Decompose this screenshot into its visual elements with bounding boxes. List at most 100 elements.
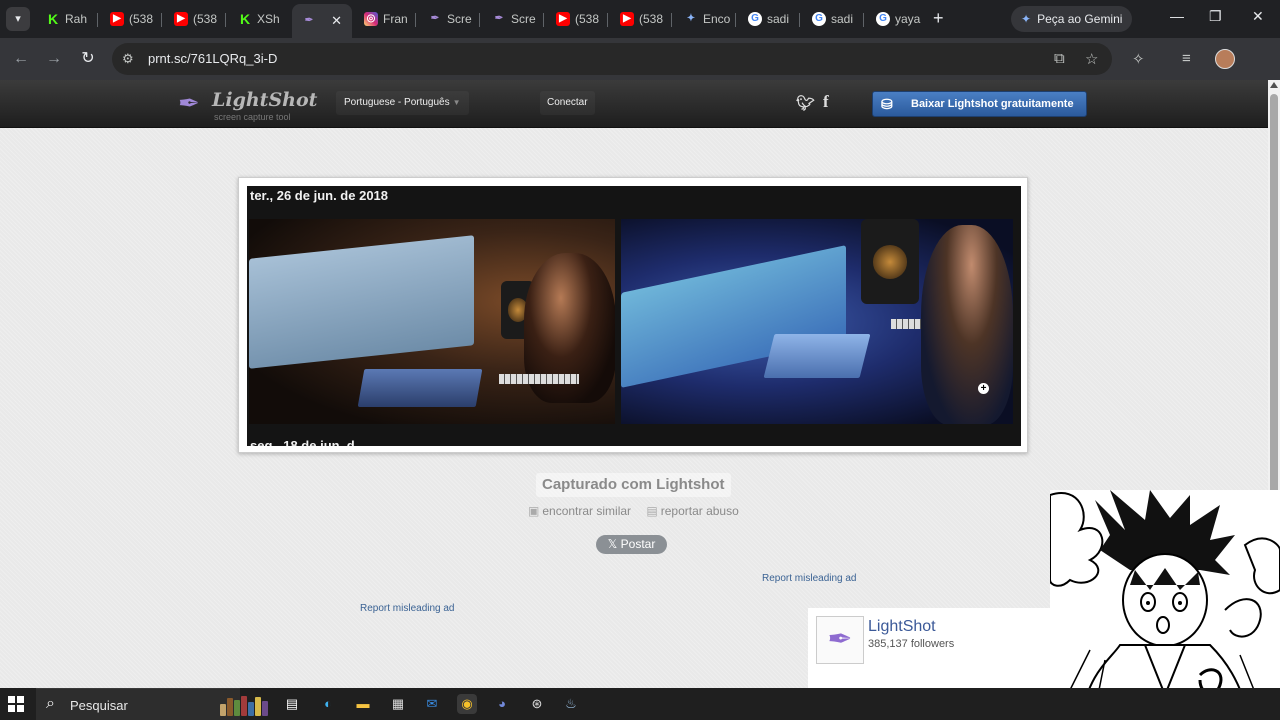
youtube-icon: ▶ <box>556 12 570 26</box>
close-window-icon[interactable]: ✕ <box>1252 8 1264 25</box>
kick-icon: K <box>47 11 59 27</box>
tab[interactable]: ▶ (538 <box>546 5 608 33</box>
tab-title: Fran <box>383 12 408 26</box>
mouse-cursor-icon: + <box>978 383 989 394</box>
forward-icon[interactable]: → <box>43 48 65 70</box>
reload-icon[interactable]: ↻ <box>77 48 99 70</box>
x-logo-icon: 𝕏 <box>607 537 621 551</box>
tab[interactable]: Gsadi <box>802 5 864 33</box>
mail-icon[interactable]: ✉ <box>422 694 442 714</box>
tab[interactable]: ▶ (538 <box>100 5 162 33</box>
search-icon: ⌕ <box>46 695 55 712</box>
lightshot-page-avatar: ✒ <box>816 616 864 664</box>
tab[interactable]: ▶ (538 <box>164 5 226 33</box>
tab-title: (538 <box>129 12 154 26</box>
download-label: Baixar Lightshot gratuitamente <box>911 98 1074 110</box>
windows-taskbar: ⌕ Pesquisar ▤ ◐ ▬ ▦ ✉ ◉ ◕ ⊛ ♨ <box>0 688 1280 720</box>
post-label: Postar <box>620 537 656 551</box>
restore-icon[interactable]: ❐ <box>1209 8 1222 25</box>
login-button[interactable]: Conectar <box>540 91 595 115</box>
social-follow-card[interactable]: ✒ LightShot 385,137 followers <box>808 608 1050 688</box>
tab-title: Scre <box>511 12 536 26</box>
discord-icon[interactable]: ◕ <box>492 694 512 714</box>
youtube-icon: ▶ <box>110 12 124 26</box>
photo-studio-left <box>249 219 615 424</box>
close-tab-icon[interactable]: ✕ <box>331 14 342 27</box>
post-button[interactable]: 𝕏 Postar <box>596 535 667 554</box>
edge-icon[interactable]: ◐ <box>318 694 338 714</box>
manga-character-overlay <box>1050 490 1280 720</box>
screenshot-image[interactable]: ter., 26 de jun. de 2018 + seg., 18 de j… <box>247 186 1021 446</box>
gemini-icon: ✦ <box>1021 12 1032 26</box>
tab[interactable]: ◎ Fran <box>354 5 416 33</box>
taskbar-search[interactable]: ⌕ Pesquisar <box>36 688 240 720</box>
profile-avatar[interactable] <box>1215 49 1235 69</box>
tab[interactable]: Gyaya <box>866 5 928 33</box>
captured-with-label[interactable]: Capturado com Lightshot <box>536 473 731 497</box>
tab[interactable]: K XSh <box>228 5 290 33</box>
google-icon: G <box>876 12 890 26</box>
tab-title: Enco <box>703 12 731 26</box>
logo-tagline: screen capture tool <box>214 112 291 122</box>
twitter-icon[interactable]: 🐦︎ <box>796 94 815 112</box>
find-similar-link[interactable]: ▣ encontrar similar <box>528 504 637 518</box>
report-ad-link[interactable]: Report misleading ad <box>762 573 857 584</box>
follow-name[interactable]: LightShot <box>868 618 936 636</box>
photo-studio-right <box>621 219 1013 424</box>
scroll-up-icon[interactable] <box>1270 82 1278 88</box>
download-icon: ⛁ <box>881 96 893 112</box>
tab[interactable]: K Rah <box>36 5 98 33</box>
lightshot-logo[interactable]: ✒ LightShot screen capture tool <box>178 88 317 122</box>
speaker <box>861 219 919 304</box>
youtube-icon: ▶ <box>620 12 634 26</box>
steam-icon[interactable]: ♨ <box>561 694 581 714</box>
extensions-icon[interactable]: ✧ <box>1132 50 1145 68</box>
chevron-down-icon: ▼ <box>452 98 461 107</box>
store-icon[interactable]: ▦ <box>388 694 408 714</box>
laptop <box>763 334 871 378</box>
books-widget-icon[interactable] <box>220 696 272 716</box>
tab[interactable]: Gsadi <box>738 5 800 33</box>
file-explorer-icon[interactable]: ▬ <box>353 694 373 714</box>
report-abuse-link[interactable]: ▤ reportar abuso <box>646 504 744 518</box>
site-info-icon[interactable]: ⚙ <box>122 51 134 67</box>
screenshot-date-bottom: seg., 18 de jun. d <box>250 438 355 446</box>
back-icon[interactable]: ← <box>10 48 32 70</box>
tab-title: sadi <box>831 12 854 26</box>
tab[interactable]: ✦ Enco <box>674 5 736 33</box>
find-similar-label: encontrar similar <box>542 504 632 518</box>
install-app-icon[interactable]: ⧉ <box>1054 50 1065 67</box>
facebook-icon[interactable]: f <box>823 92 829 112</box>
tab[interactable]: ✒ Scre <box>418 5 480 33</box>
keyboard <box>499 374 579 384</box>
report-ad-link[interactable]: Report misleading ad <box>360 603 455 614</box>
tab-title: XSh <box>257 12 280 26</box>
feather-icon: ✒ <box>178 88 200 118</box>
obs-icon[interactable]: ⊛ <box>527 694 547 714</box>
tab[interactable]: ▶ (538 <box>610 5 672 33</box>
download-button[interactable]: ⛁ Baixar Lightshot gratuitamente <box>872 91 1087 117</box>
lightshot-icon: ✒ <box>494 13 504 24</box>
tab-search-icon[interactable]: ▾ <box>6 7 30 31</box>
gemini-button[interactable]: ✦ Peça ao Gemini <box>1011 6 1133 32</box>
minimize-icon[interactable]: — <box>1170 8 1184 24</box>
new-tab-icon[interactable]: + <box>933 9 944 27</box>
language-label: Portuguese - Português <box>344 97 450 108</box>
task-view-icon[interactable]: ▤ <box>282 694 302 714</box>
bookmark-star-icon[interactable]: ☆ <box>1085 50 1098 68</box>
monitor-screen <box>249 235 474 369</box>
address-bar[interactable]: ⚙ prnt.sc/761LQRq_3i-D ⧉ ☆ <box>112 43 1112 75</box>
google-icon: G <box>748 12 762 26</box>
url-text[interactable]: prnt.sc/761LQRq_3i-D <box>148 51 277 66</box>
windows-start-icon[interactable] <box>8 696 24 712</box>
media-controls-icon[interactable]: ≡ <box>1182 50 1191 67</box>
tab-title: (538 <box>193 12 218 26</box>
tab[interactable]: ✒ Scre <box>482 5 544 33</box>
tab-title: yaya <box>895 12 921 26</box>
screenshot-frame: ter., 26 de jun. de 2018 + seg., 18 de j… <box>238 177 1028 453</box>
tab-title: Rah <box>65 12 88 26</box>
tab-active[interactable]: ✒ ✕ <box>292 4 352 38</box>
tab-title: Scre <box>447 12 472 26</box>
chrome-icon[interactable]: ◉ <box>457 694 477 714</box>
language-select[interactable]: Portuguese - Português ▼ <box>336 91 469 115</box>
